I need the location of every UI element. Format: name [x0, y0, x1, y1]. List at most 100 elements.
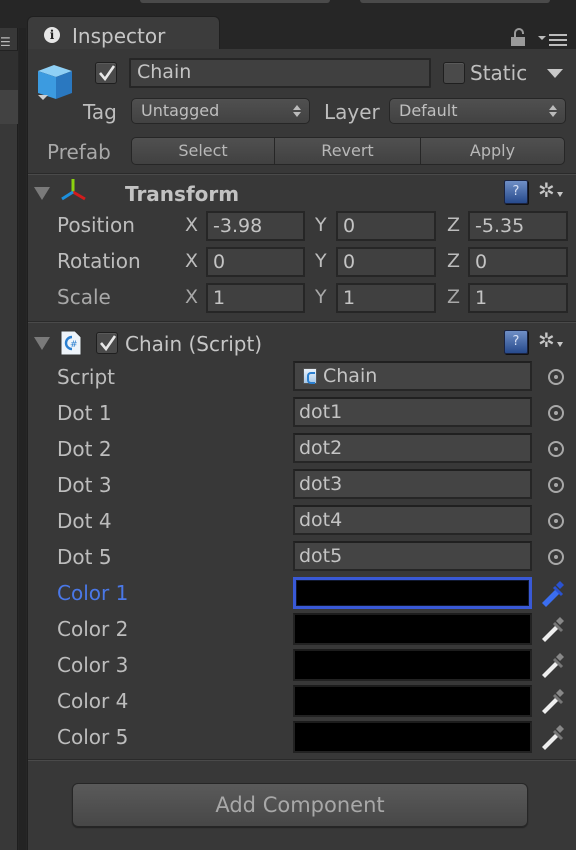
- layer-dropdown[interactable]: Default: [389, 98, 566, 124]
- gameobject-cube-icon[interactable]: [34, 61, 76, 103]
- script-title[interactable]: Chain (Script): [125, 332, 262, 356]
- axis-label-x[interactable]: X: [185, 214, 198, 236]
- script-object-value: Chain: [323, 365, 378, 387]
- dot-object-field[interactable]: dot3: [293, 469, 532, 499]
- dot-field-label: Dot 1: [57, 401, 112, 425]
- transform-rotation-y-input[interactable]: 0: [336, 247, 436, 277]
- transform-rotation-z-input[interactable]: 0: [468, 247, 568, 277]
- color-swatch-field[interactable]: [293, 721, 532, 753]
- transform-foldout-icon[interactable]: [34, 187, 50, 200]
- static-dropdown-arrow-icon[interactable]: [547, 69, 563, 78]
- prefab-apply-button[interactable]: Apply: [420, 137, 565, 165]
- left-panel-selected-item[interactable]: [0, 90, 18, 124]
- panel-menu-icon[interactable]: [538, 34, 568, 46]
- eyedropper-icon[interactable]: [538, 579, 566, 607]
- transform-position-y-input[interactable]: 0: [336, 211, 436, 241]
- script-enabled-checkbox[interactable]: [96, 332, 118, 354]
- axis-label-y[interactable]: Y: [315, 214, 327, 236]
- prefab-revert-button[interactable]: Revert: [274, 137, 421, 165]
- dot-object-field[interactable]: dot5: [293, 541, 532, 571]
- axis-label-z[interactable]: Z: [447, 250, 460, 272]
- color-field-label: Color 1: [57, 581, 129, 605]
- prefab-label: Prefab: [47, 140, 111, 164]
- object-picker-icon[interactable]: [548, 369, 564, 385]
- color-swatch-field[interactable]: [293, 613, 532, 645]
- eyedropper-icon[interactable]: [538, 687, 566, 715]
- tag-dropdown-value: Untagged: [141, 101, 220, 120]
- transform-scale-y-input[interactable]: 1: [336, 283, 436, 313]
- dot-field-label: Dot 2: [57, 437, 112, 461]
- prefab-select-button[interactable]: Select: [131, 137, 275, 165]
- lock-icon[interactable]: [511, 28, 525, 46]
- axis-label-y[interactable]: Y: [315, 250, 327, 272]
- static-label: Static: [470, 61, 528, 85]
- color-swatch-field[interactable]: [293, 685, 532, 717]
- dot-object-field[interactable]: dot1: [293, 397, 532, 427]
- object-picker-icon[interactable]: [548, 405, 564, 421]
- axis-label-z[interactable]: Z: [447, 286, 460, 308]
- object-picker-icon[interactable]: [548, 513, 564, 529]
- dot-object-field[interactable]: dot2: [293, 433, 532, 463]
- dropdown-arrows-icon: [549, 105, 557, 117]
- info-icon: i: [44, 27, 60, 43]
- transform-row-label: Scale: [57, 285, 111, 309]
- gear-icon[interactable]: ✲: [538, 179, 564, 201]
- static-checkbox[interactable]: [443, 62, 465, 84]
- help-icon[interactable]: ?: [504, 180, 528, 204]
- eyedropper-icon[interactable]: [538, 615, 566, 643]
- dot-field-label: Dot 5: [57, 545, 112, 569]
- toolbar-button[interactable]: [360, 0, 550, 3]
- object-picker-icon[interactable]: [548, 441, 564, 457]
- axis-label-x[interactable]: X: [185, 286, 198, 308]
- transform-scale-z-input[interactable]: 1: [468, 283, 568, 313]
- left-panel: ☰: [0, 28, 18, 850]
- color-field-label: Color 2: [57, 617, 129, 641]
- color-field-label: Color 5: [57, 725, 129, 749]
- gameobject-active-checkbox[interactable]: [95, 62, 117, 84]
- object-picker-icon[interactable]: [548, 477, 564, 493]
- layer-label: Layer: [324, 100, 380, 124]
- tab-label: Inspector: [72, 24, 166, 48]
- layer-dropdown-value: Default: [399, 101, 458, 120]
- separator: [28, 759, 576, 761]
- separator: [28, 321, 576, 323]
- axis-label-x[interactable]: X: [185, 250, 198, 272]
- hamburger-icon[interactable]: ☰: [0, 36, 12, 48]
- transform-position-z-input[interactable]: -5.35: [468, 211, 568, 241]
- color-swatch-field[interactable]: [293, 649, 532, 681]
- transform-scale-x-input[interactable]: 1: [206, 283, 305, 313]
- transform-title[interactable]: Transform: [125, 182, 239, 206]
- gear-icon[interactable]: ✲: [538, 329, 564, 351]
- svg-text:#: #: [70, 340, 78, 350]
- axis-label-y[interactable]: Y: [315, 286, 327, 308]
- eyedropper-icon[interactable]: [538, 651, 566, 679]
- csharp-script-icon: #: [60, 330, 82, 356]
- toolbar-button[interactable]: [140, 0, 330, 3]
- color-swatch-field[interactable]: [293, 577, 532, 609]
- transform-axes-icon: [61, 179, 86, 201]
- script-object-field[interactable]: Chain: [293, 361, 532, 391]
- script-field-label: Script: [57, 365, 116, 389]
- axis-label-z[interactable]: Z: [447, 214, 460, 236]
- script-file-icon: [303, 368, 317, 384]
- object-picker-icon[interactable]: [548, 549, 564, 565]
- transform-position-x-input[interactable]: -3.98: [206, 211, 305, 241]
- inspector-panel: Chain Static Tag Untagged Layer Default …: [27, 49, 576, 850]
- transform-row-label: Position: [57, 213, 135, 237]
- transform-rotation-x-input[interactable]: 0: [206, 247, 305, 277]
- help-icon[interactable]: ?: [504, 330, 528, 354]
- color-field-label: Color 3: [57, 653, 129, 677]
- tag-dropdown[interactable]: Untagged: [131, 98, 310, 124]
- script-foldout-icon[interactable]: [34, 337, 50, 350]
- eyedropper-icon[interactable]: [538, 723, 566, 751]
- tag-label: Tag: [83, 100, 117, 124]
- dot-object-field[interactable]: dot4: [293, 505, 532, 535]
- separator: [28, 173, 576, 175]
- gameobject-name-input[interactable]: Chain: [129, 58, 431, 88]
- dot-field-label: Dot 3: [57, 473, 112, 497]
- tab-inspector[interactable]: i Inspector: [27, 16, 220, 50]
- panel-divider[interactable]: [19, 28, 26, 850]
- add-component-button[interactable]: Add Component: [72, 783, 528, 827]
- color-field-label: Color 4: [57, 689, 129, 713]
- dot-field-label: Dot 4: [57, 509, 112, 533]
